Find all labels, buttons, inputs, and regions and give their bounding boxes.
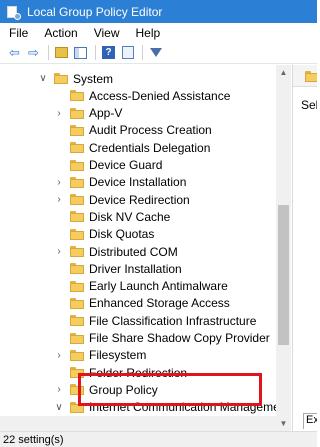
tree-item[interactable]: Access-Denied Assistance [70, 87, 230, 104]
details-header [293, 65, 317, 87]
tree-item[interactable]: Credentials Delegation [70, 139, 210, 156]
tree-item-label: App-V [89, 106, 123, 121]
chevron-down-icon[interactable]: ∨ [54, 402, 64, 413]
menu-file[interactable]: File [0, 26, 36, 40]
folder-icon [70, 297, 84, 309]
folder-icon [70, 315, 84, 327]
folder-icon [70, 246, 84, 257]
folder-icon [70, 280, 84, 292]
status-bar: 22 setting(s) [0, 431, 317, 447]
chevron-right-icon[interactable]: › [54, 246, 64, 257]
toolbar-separator [142, 45, 143, 60]
tree-item-label: File Share Shadow Copy Provider [89, 331, 270, 345]
scroll-up-icon[interactable]: ▲ [276, 65, 291, 80]
tree-item-label: Device Redirection [89, 192, 190, 207]
chevron-right-icon[interactable]: › [54, 177, 64, 188]
chevron-right-icon[interactable]: › [54, 194, 64, 205]
folder-icon [70, 228, 84, 240]
tree-item-label: Enhanced Storage Access [89, 296, 230, 311]
menu-view[interactable]: View [86, 26, 128, 40]
tree-item[interactable]: Disk NV Cache [70, 208, 170, 225]
window-title: Local Group Policy Editor [27, 4, 163, 19]
details-prompt: Select an item [301, 98, 317, 112]
tree-item[interactable]: › Filesystem [57, 347, 147, 364]
tree-item[interactable]: › Device Redirection [57, 191, 190, 208]
folder-icon [70, 211, 84, 223]
folder-icon [70, 263, 84, 275]
back-button[interactable]: ⇦ [6, 44, 23, 61]
tree-item[interactable]: Audit Process Creation [70, 122, 212, 139]
menu-help[interactable]: Help [128, 26, 169, 40]
back-arrow-icon: ⇦ [9, 45, 20, 60]
status-text: 22 setting(s) [3, 433, 64, 446]
tree-item-label: Disk Quotas [89, 227, 155, 242]
tree-item[interactable]: › Device Installation [57, 174, 187, 191]
tree-item-label: Audit Process Creation [89, 123, 212, 138]
red-highlight-box [78, 373, 262, 406]
group-policy-icon [6, 5, 21, 20]
tree-item[interactable]: Device Guard [70, 157, 162, 174]
tree-item[interactable]: Driver Installation [70, 260, 182, 277]
scroll-down-icon[interactable]: ▼ [276, 416, 291, 431]
tree-item-label: Credentials Delegation [89, 140, 211, 155]
tree-item[interactable]: Early Launch Antimalware [70, 278, 228, 295]
tree-item[interactable]: File Share Shadow Copy Provider [70, 330, 270, 347]
tree-item-label: Driver Installation [89, 261, 182, 276]
folder-icon [70, 107, 84, 119]
folder-icon [54, 73, 68, 84]
toolbar-separator [95, 45, 96, 60]
tree-item[interactable]: Disk Quotas [70, 226, 154, 243]
tree-item-label: Distributed COM [89, 244, 178, 259]
tree-item-label: System [73, 71, 114, 86]
chevron-right-icon[interactable]: › [54, 108, 64, 119]
folder-icon [70, 159, 84, 171]
help-button[interactable]: ? [100, 44, 117, 61]
folder-icon [70, 194, 84, 206]
toolbar: ⇦ ⇨ ? [0, 42, 317, 64]
tab-extended[interactable]: Extended [303, 413, 317, 429]
tree-item-label: Device Guard [89, 158, 163, 172]
tree-item-label: Device Installation [89, 175, 187, 190]
up-folder-icon [55, 47, 68, 58]
forward-button[interactable]: ⇨ [25, 44, 42, 61]
toolbar-separator [48, 45, 49, 60]
tree-item-label: Disk NV Cache [89, 209, 171, 224]
chevron-down-icon[interactable]: ∨ [38, 73, 48, 84]
tree-item-label: Filesystem [89, 348, 147, 363]
tree-item[interactable]: Enhanced Storage Access [70, 295, 230, 312]
folder-icon [70, 124, 84, 136]
tree-horizontal-scrollbar[interactable] [0, 416, 276, 431]
help-icon: ? [102, 46, 115, 59]
tree-item[interactable]: › App-V [57, 105, 123, 122]
show-hide-tree-button[interactable] [72, 44, 89, 61]
details-pane: Select an item Extended [292, 65, 317, 431]
folder-icon [305, 71, 317, 82]
up-one-level-button[interactable] [53, 44, 70, 61]
properties-button[interactable] [119, 44, 136, 61]
tree-vertical-scrollbar[interactable]: ▲ ▼ [276, 65, 291, 431]
forward-arrow-icon: ⇨ [28, 45, 39, 60]
menu-action[interactable]: Action [36, 26, 85, 40]
tree-item[interactable]: File Classification Infrastructure [70, 312, 256, 329]
folder-icon [70, 349, 84, 361]
filter-icon [149, 48, 162, 57]
tree-item-label: Early Launch Antimalware [89, 279, 228, 294]
scroll-thumb[interactable] [278, 205, 289, 345]
tree-item-label: File Classification Infrastructure [89, 313, 257, 328]
folder-icon [70, 90, 84, 102]
filter-button[interactable] [147, 44, 164, 61]
title-bar: Local Group Policy Editor [0, 0, 317, 23]
tree-item-label: Access-Denied Assistance [89, 88, 231, 103]
tree-item[interactable]: › Distributed COM [57, 243, 178, 260]
tree-item[interactable]: ∨ System [39, 70, 114, 87]
folder-icon [70, 176, 84, 188]
chevron-right-icon[interactable]: › [54, 350, 64, 361]
chevron-right-icon[interactable]: › [54, 384, 64, 395]
folder-icon [70, 332, 84, 344]
menu-bar: File Action View Help [0, 23, 317, 42]
show-hide-pane-icon [74, 46, 87, 59]
properties-icon [121, 46, 134, 59]
folder-icon [70, 142, 84, 154]
